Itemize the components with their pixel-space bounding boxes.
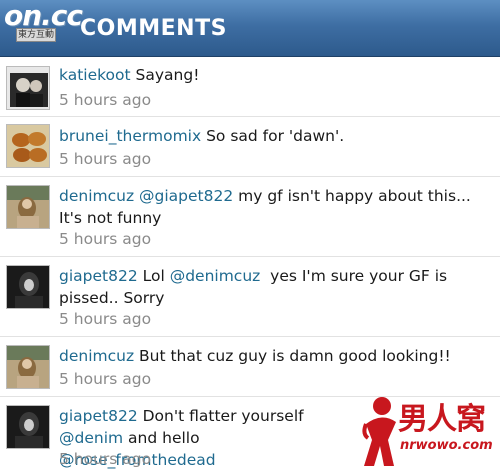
divider	[0, 336, 500, 337]
comment-body-part: and hello	[123, 429, 200, 447]
comment-username[interactable]: katiekoot	[59, 66, 131, 84]
comment-timestamp: 5 hours ago	[59, 91, 152, 109]
app-header: on.cc 東方互動 COMMENTS	[0, 0, 500, 57]
comment-body-part: Lol	[137, 267, 170, 285]
avatar[interactable]	[6, 185, 50, 229]
site-watermark: 男人窝 nrwowo.com	[358, 392, 498, 472]
avatar[interactable]	[6, 265, 50, 309]
mention-link[interactable]: @denim	[59, 429, 123, 447]
comment-timestamp: 5 hours ago	[59, 370, 152, 388]
comment-username[interactable]: giapet822	[59, 267, 138, 285]
comment-body: So sad for 'dawn'.	[201, 127, 345, 145]
mention-link[interactable]: @denimcuz	[170, 267, 261, 285]
watermark-main-text: 男人窝	[398, 402, 486, 437]
comment-text: denimcuz @giapet822 my gf isn't happy ab…	[59, 185, 495, 229]
comment-username[interactable]: giapet822	[59, 407, 138, 425]
comment-text: denimcuz But that cuz guy is damn good l…	[59, 345, 495, 367]
comment-timestamp: 5 hours ago	[59, 150, 152, 168]
oncc-logo[interactable]: on.cc 東方互動	[4, 0, 83, 42]
avatar[interactable]	[6, 124, 50, 168]
comment-timestamp: 5 hours ago	[59, 450, 152, 468]
comment-body: Sayang!	[130, 66, 200, 84]
divider	[0, 116, 500, 117]
comment-timestamp: 5 hours ago	[59, 310, 152, 328]
divider	[0, 176, 500, 177]
mention-link[interactable]: @giapet822	[139, 187, 233, 205]
watermark-url: nrwowo.com	[400, 438, 493, 453]
logo-subtitle: 東方互動	[16, 28, 56, 42]
page-title: COMMENTS	[80, 16, 227, 41]
avatar[interactable]	[6, 405, 50, 449]
comment-body: But that cuz guy is damn good looking!!	[134, 347, 451, 365]
divider	[0, 256, 500, 257]
comment-text: brunei_thermomix So sad for 'dawn'.	[59, 125, 495, 147]
comment-body-part: Don't flatter yourself	[137, 407, 304, 425]
watermark-figure-icon	[362, 397, 396, 466]
avatar[interactable]	[6, 66, 50, 110]
comment-text: giapet822 Lol @denimcuz yes I'm sure you…	[59, 265, 495, 309]
avatar[interactable]	[6, 345, 50, 389]
comment-username[interactable]: denimcuz	[59, 347, 134, 365]
comment-username[interactable]: denimcuz	[59, 187, 134, 205]
comment-username[interactable]: brunei_thermomix	[59, 127, 201, 145]
comment-text: katiekoot Sayang!	[59, 64, 495, 86]
comment-timestamp: 5 hours ago	[59, 230, 152, 248]
